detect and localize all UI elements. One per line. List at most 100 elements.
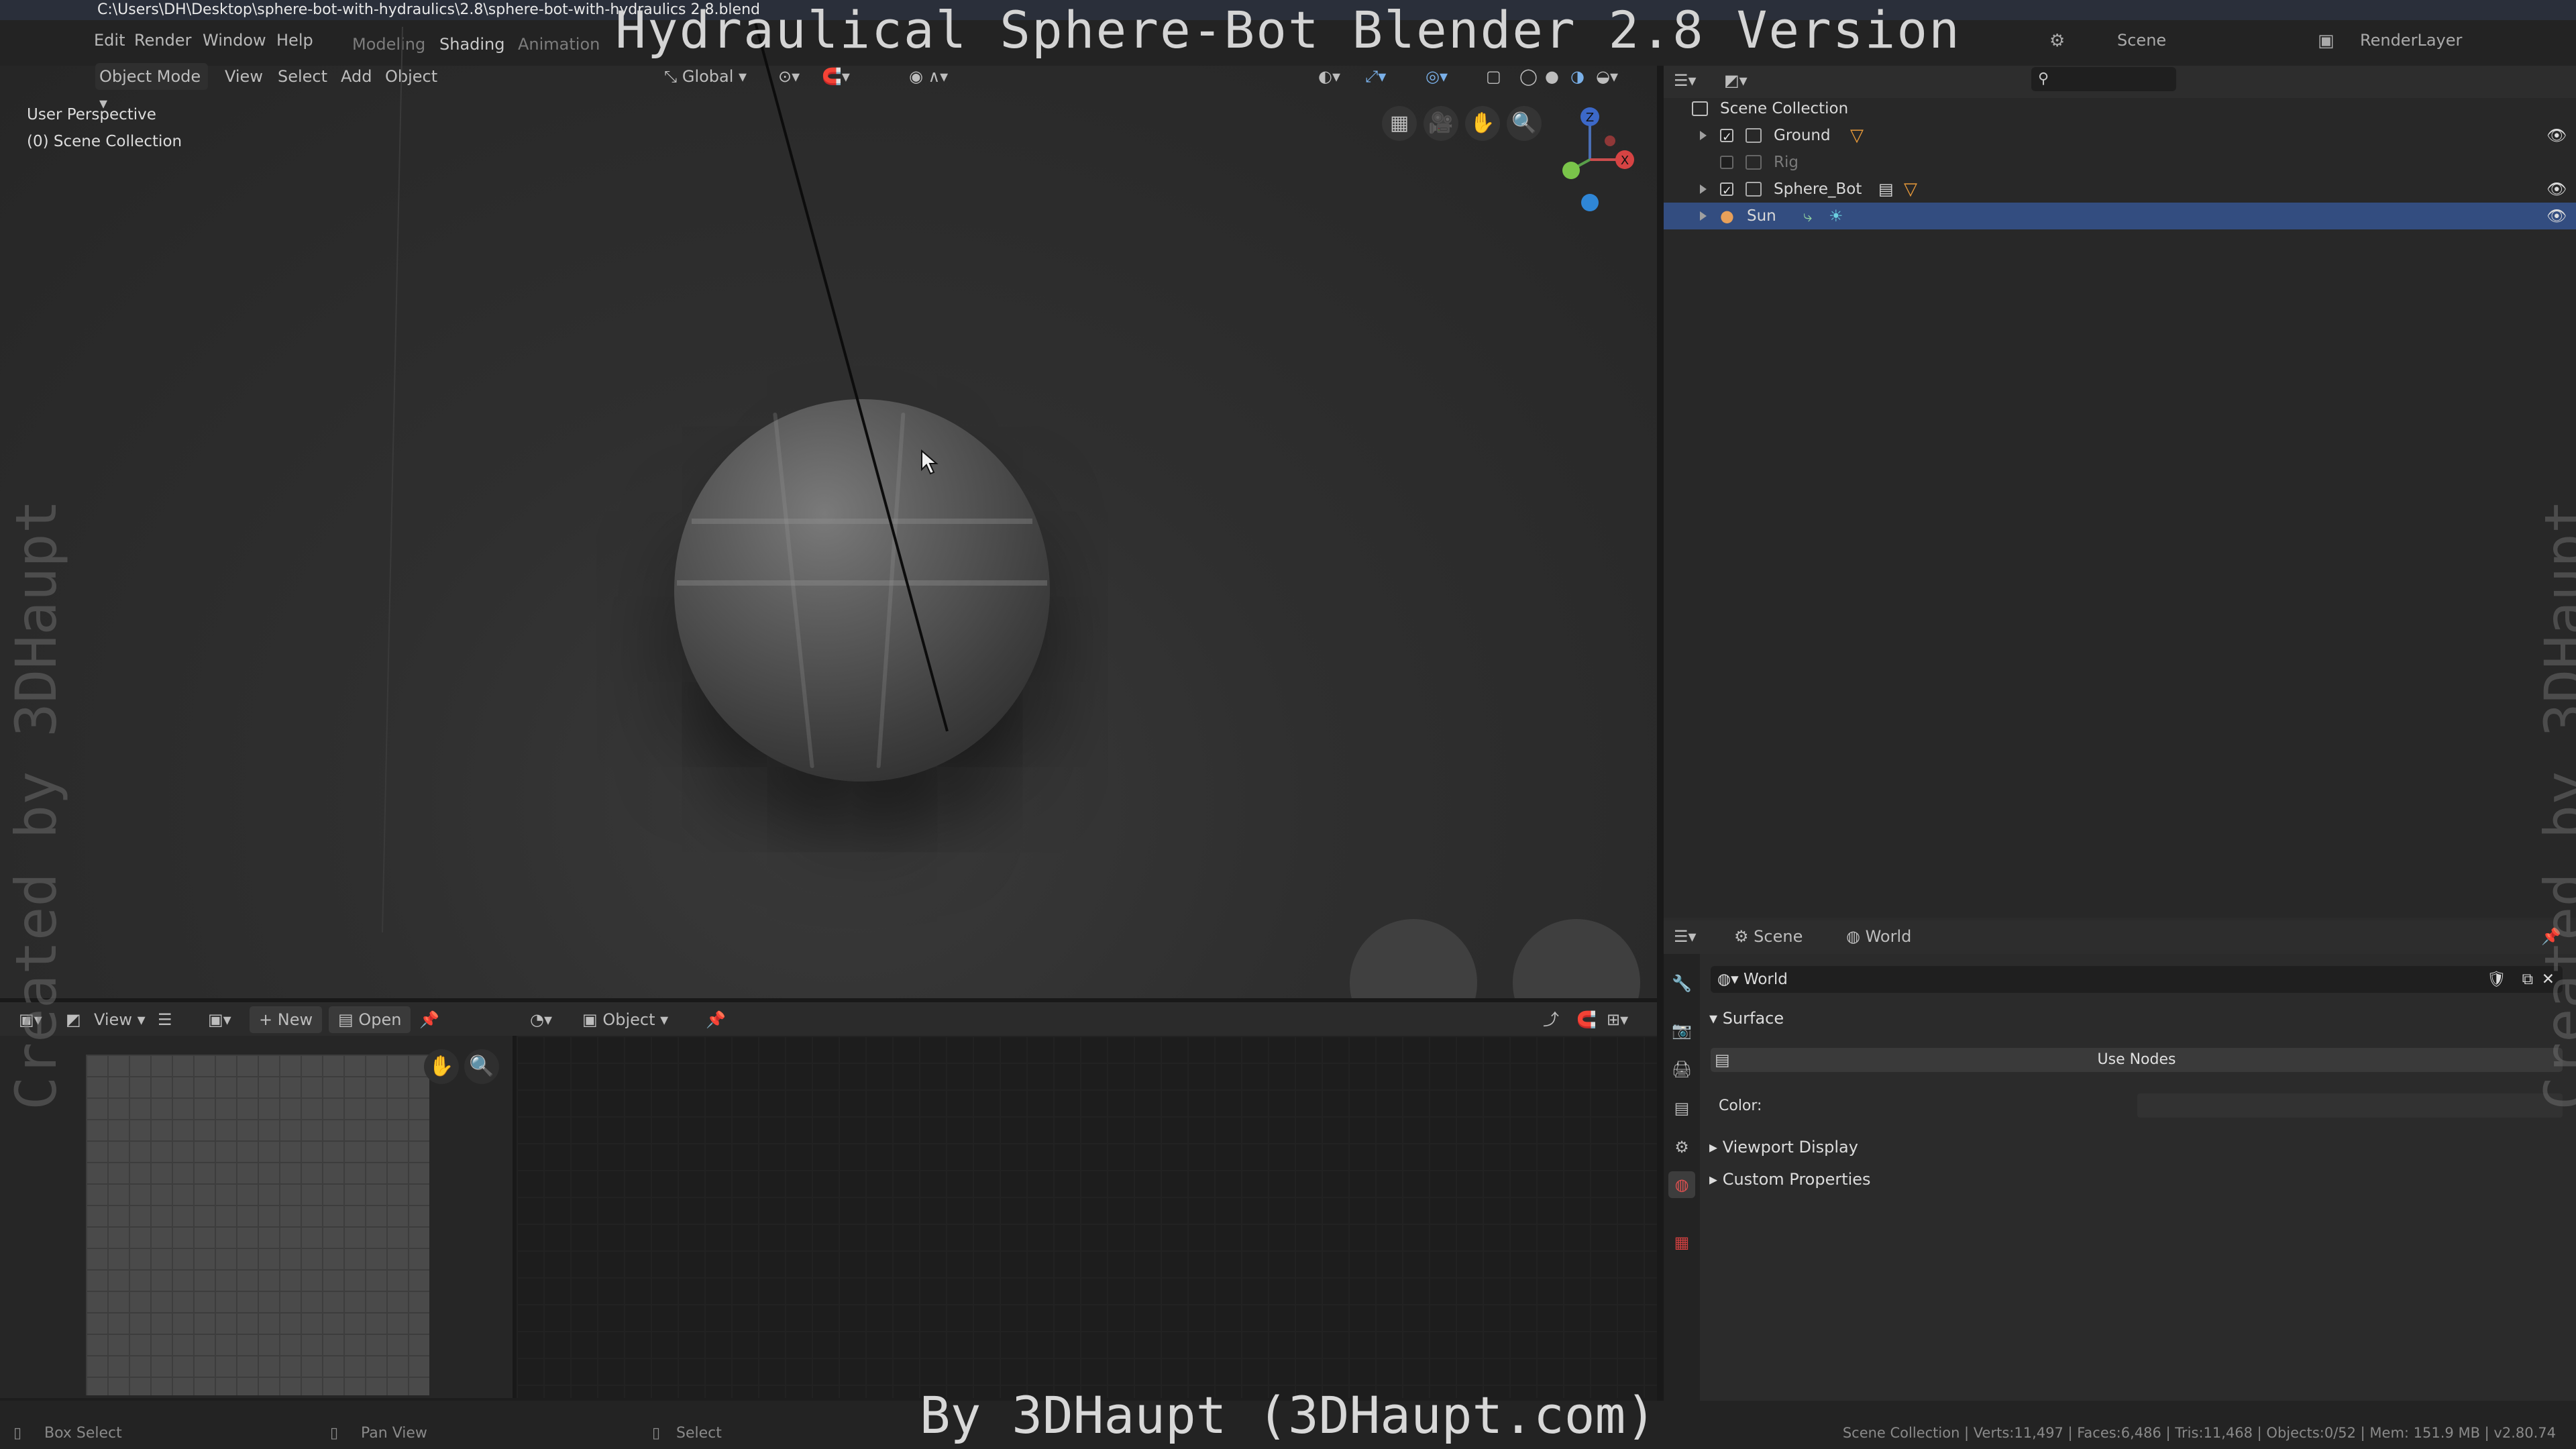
tool-tab-icon[interactable]: 🔧 [1668, 970, 1695, 997]
outliner-item-sphere-bot[interactable]: Sphere_Bot ▤ ▽ 👁 [1664, 176, 2576, 205]
viewport-menu-add[interactable]: Add [341, 63, 372, 90]
world-tab-icon[interactable]: ◍ [1668, 1171, 1695, 1198]
solid-shading-icon[interactable]: ● [1545, 63, 1559, 90]
snap-icon[interactable]: 🧲▾ [822, 63, 850, 90]
image-pan-icon[interactable]: ✋ [424, 1049, 459, 1084]
pin-icon[interactable]: 📌 [419, 1006, 439, 1033]
sphere-bot-mesh[interactable] [674, 399, 1050, 782]
collection-icon [1746, 182, 1762, 197]
material-shading-icon[interactable]: ◑ [1570, 63, 1585, 90]
sun-visibility-eye-icon[interactable]: 👁 [2546, 203, 2567, 229]
shader-type-label: Object [602, 1010, 655, 1029]
object-data-icon: ▽ [1904, 179, 1917, 199]
toggle-camera-icon[interactable]: ▦ [1382, 106, 1417, 141]
image-zoom-icon[interactable]: 🔍 [464, 1049, 499, 1084]
sphere-bot-include-checkbox[interactable] [1720, 178, 1733, 205]
outliner-item-rig[interactable]: Rig [1664, 149, 2576, 176]
sphere-seam-vertical-right [876, 413, 906, 768]
surface-panel-header[interactable]: ▾ Surface [1709, 1009, 1784, 1028]
image-view-menu[interactable]: View ▾ [94, 1006, 146, 1033]
world-color-swatch[interactable] [2137, 1093, 2563, 1118]
texture-tab-icon[interactable]: ▦ [1668, 1229, 1695, 1256]
camera-view-icon[interactable]: 🎥 [1424, 106, 1458, 141]
world-icon: ◍▾ [1717, 971, 1743, 988]
shader-node-editor[interactable] [517, 1036, 1657, 1398]
view-perspective-label: User Perspective [27, 106, 156, 123]
node-pin-icon[interactable]: 📌 [706, 1006, 726, 1033]
world-icon: ◍ [1846, 927, 1866, 946]
breadcrumb-world[interactable]: ◍ World [1846, 923, 1911, 950]
custom-properties-panel[interactable]: ▸ Custom Properties [1709, 1170, 1871, 1189]
orientation-icon: ⤡ [664, 67, 682, 86]
outliner-search-input[interactable]: ⚲ [2031, 67, 2176, 91]
sphere-bot-visibility-eye-icon[interactable]: 👁 [2546, 176, 2567, 203]
navigation-gizmo[interactable]: Z X [1536, 101, 1644, 215]
pivot-icon[interactable]: ⊙▾ [778, 63, 800, 90]
scene-tab-icon[interactable]: ⚙ [1668, 1134, 1695, 1161]
outliner-type-icon[interactable]: ☰▾ [1674, 67, 1697, 94]
outliner-display-mode-icon[interactable]: ◩▾ [1724, 67, 1748, 94]
viewport-menu-view[interactable]: View [225, 63, 263, 90]
viewport-menu-select[interactable]: Select [278, 63, 327, 90]
proportional-edit-icon[interactable]: ◉ ∧▾ [909, 63, 948, 90]
outliner-root-row[interactable]: Scene Collection [1664, 95, 2576, 122]
pan-view-icon[interactable]: ✋ [1465, 106, 1500, 141]
breadcrumb-scene[interactable]: ⚙ Scene [1734, 923, 1803, 950]
gizmo-neg-z[interactable] [1581, 194, 1599, 211]
collection-icon [1746, 128, 1762, 143]
node-editor-type-icon[interactable]: ◔▾ [530, 1006, 552, 1033]
rendered-shading-icon[interactable]: ◒▾ [1596, 63, 1618, 90]
rig-include-checkbox[interactable] [1720, 156, 1733, 169]
scene-icon: ⚙ [1734, 927, 1754, 946]
node-icon: ▤ [1715, 1051, 1730, 1069]
properties-type-icon[interactable]: ☰▾ [1674, 923, 1697, 950]
viewport-menu-object[interactable]: Object [385, 63, 437, 90]
sphere-seam-vertical-left [773, 413, 814, 768]
open-image-button[interactable]: ▤ Open [329, 1006, 411, 1033]
gizmo-neg-x[interactable] [1605, 136, 1615, 146]
expand-arrow-icon[interactable] [1700, 211, 1707, 221]
xray-icon[interactable]: ▢ [1486, 63, 1501, 90]
expand-arrow-icon[interactable] [1700, 131, 1707, 140]
wireframe-shading-icon[interactable]: ◯ [1519, 63, 1538, 90]
fake-user-icon[interactable]: 🛡 [2487, 966, 2506, 993]
ground-include-checkbox[interactable] [1720, 124, 1733, 151]
image-view-label: View [94, 1010, 132, 1029]
search-icon: ⚲ [2038, 70, 2049, 87]
surface-panel-title: Surface [1722, 1009, 1784, 1028]
gizmo-toggle-icon[interactable]: ⤢▾ [1365, 63, 1386, 90]
rig-label: Rig [1774, 154, 1799, 171]
light-object-icon: ● [1720, 207, 1734, 225]
node-snap-mode-icon[interactable]: ⊞▾ [1607, 1006, 1628, 1033]
viewport-display-panel[interactable]: ▸ Viewport Display [1709, 1138, 1858, 1157]
node-snap-icon[interactable]: 🧲 [1576, 1006, 1597, 1033]
node-parent-icon[interactable]: ⤴ [1543, 1006, 1559, 1033]
image-browse-icon[interactable]: ▣▾ [208, 1006, 231, 1033]
gizmo-z-label: Z [1586, 111, 1594, 125]
video-title-overlay: Hydraulical Sphere-Bot Blender 2.8 Versi… [615, 0, 1961, 60]
outliner-item-ground[interactable]: Ground ▽ 👁 [1664, 122, 2576, 151]
visibility-icon[interactable]: ◐▾ [1318, 63, 1340, 90]
output-tab-icon[interactable]: 🖨 [1668, 1056, 1695, 1083]
shader-type-dropdown[interactable]: ▣ Object ▾ [582, 1006, 690, 1033]
view-layer-tab-icon[interactable]: ▤ [1668, 1095, 1695, 1122]
expand-arrow-icon[interactable] [1700, 184, 1707, 194]
gizmo-x-label: X [1621, 154, 1629, 168]
mode-dropdown[interactable]: Object Mode ▾ [95, 63, 208, 113]
render-tab-icon[interactable]: 📷 [1668, 1017, 1695, 1044]
new-image-button[interactable]: + New [250, 1006, 323, 1033]
use-nodes-button[interactable]: Use Nodes [1711, 1048, 2563, 1072]
overlay-toggle-icon[interactable]: ◎▾ [1426, 63, 1448, 90]
sphere-seam-middle [677, 580, 1047, 586]
open-image-label: Open [358, 1010, 402, 1029]
area-divider-vertical[interactable] [1657, 66, 1664, 1401]
gizmo-y-axis[interactable] [1562, 162, 1580, 179]
ground-visibility-eye-icon[interactable]: 👁 [2546, 122, 2567, 149]
custom-properties-label: Custom Properties [1722, 1170, 1871, 1189]
outliner-item-sun[interactable]: ● Sun ⤷ ☀ 👁 [1664, 203, 2576, 229]
orientation-dropdown[interactable]: ⤡ Global ▾ [664, 63, 765, 90]
duplicate-icon[interactable]: ⧉ [2522, 966, 2533, 993]
world-datablock-field[interactable]: ◍▾ World 🛡 ⧉ ✕ [1711, 966, 2563, 993]
image-editor-menu-icon[interactable]: ☰ [158, 1006, 172, 1033]
breadcrumb-world-label: World [1865, 927, 1912, 946]
